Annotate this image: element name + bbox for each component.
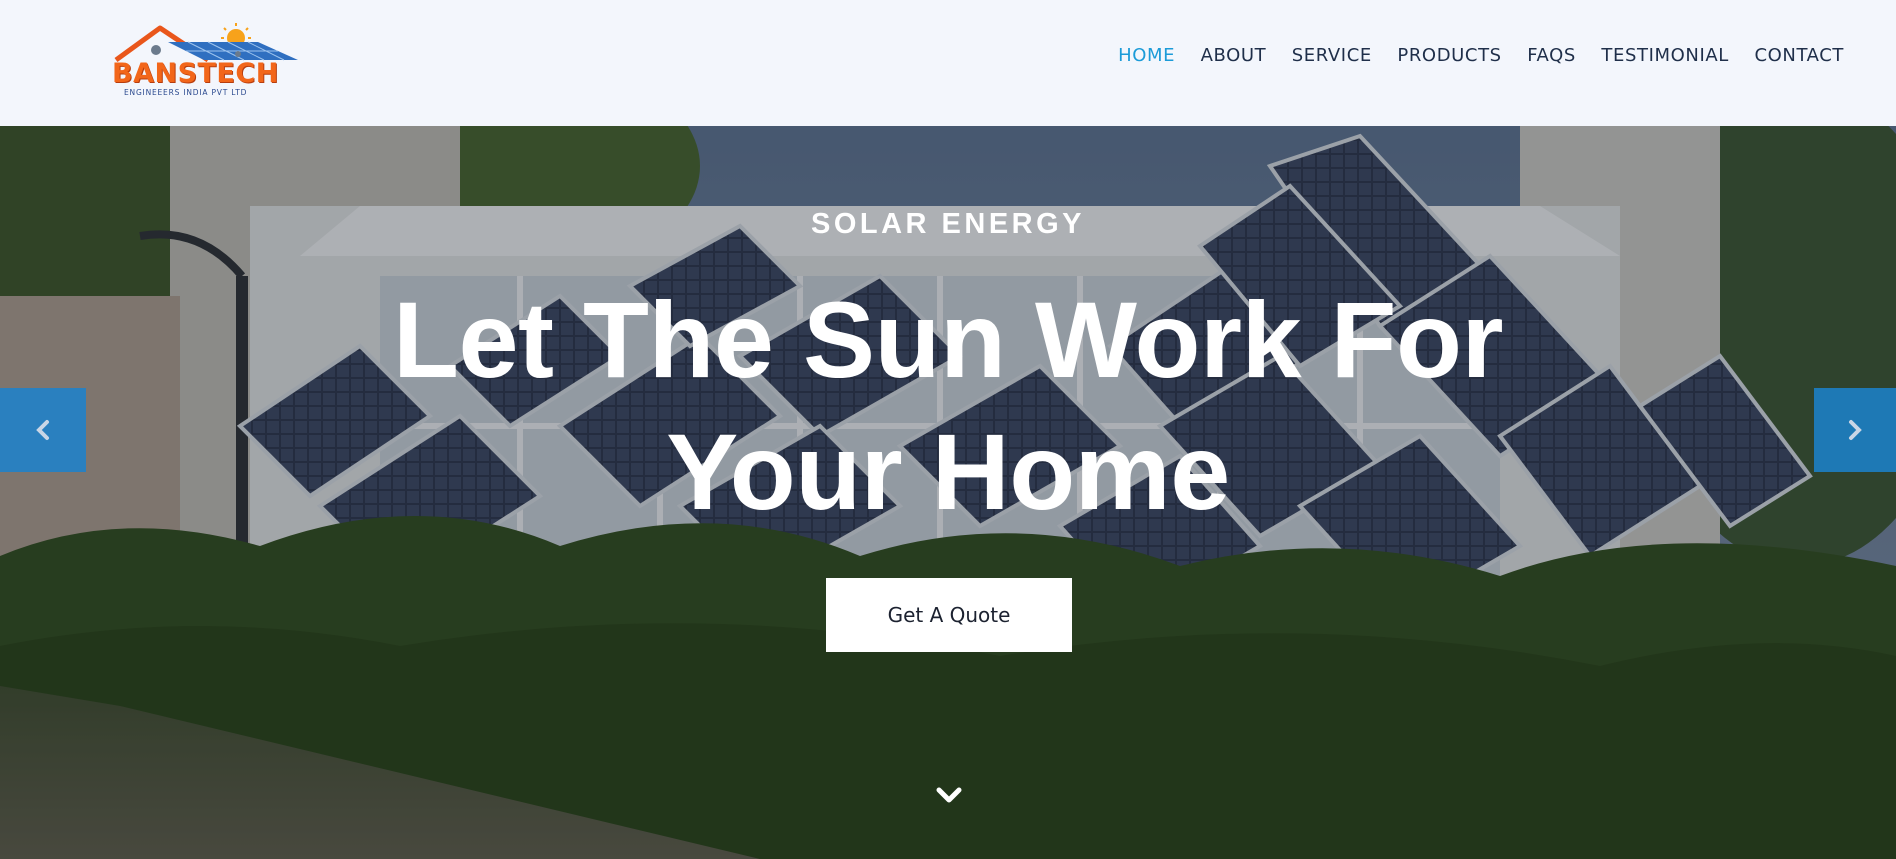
brand-tagline: ENGINEEERS INDIA PVT LTD bbox=[124, 88, 248, 97]
slider-prev-button[interactable] bbox=[0, 388, 86, 472]
chevron-left-icon bbox=[36, 420, 49, 440]
hero-slider: SOLAR ENERGY Let The Sun Work For Your H… bbox=[0, 126, 1896, 859]
nav-testimonial-link[interactable]: TESTIMONIAL bbox=[1601, 44, 1729, 68]
hero-kicker: SOLAR ENERGY bbox=[810, 208, 1086, 240]
brand-logo[interactable]: BANSTECH ENGINEEERS INDIA PVT LTD bbox=[108, 20, 304, 98]
top-navbar: BANSTECH ENGINEEERS INDIA PVT LTD HOME A… bbox=[0, 0, 1896, 126]
hero-headline-line2: Your Home bbox=[666, 411, 1230, 532]
nav-contact-link[interactable]: CONTACT bbox=[1754, 44, 1844, 68]
main-menu: HOME ABOUT SERVICE PRODUCTS FAQS TESTIMO… bbox=[1093, 44, 1844, 68]
slider-next-button[interactable] bbox=[1814, 388, 1896, 472]
nav-products-link[interactable]: PRODUCTS bbox=[1397, 44, 1501, 68]
chevron-down-icon[interactable] bbox=[934, 784, 964, 806]
nav-home-link[interactable]: HOME bbox=[1118, 44, 1175, 68]
nav-service-link[interactable]: SERVICE bbox=[1292, 44, 1372, 68]
brand-name: BANSTECH bbox=[112, 58, 279, 89]
hero-headline-line1: Let The Sun Work For bbox=[392, 279, 1504, 400]
nav-about-link[interactable]: ABOUT bbox=[1201, 44, 1267, 68]
get-a-quote-button[interactable]: Get A Quote bbox=[826, 578, 1072, 652]
chevron-right-icon bbox=[1849, 420, 1862, 440]
nav-faqs-link[interactable]: FAQS bbox=[1527, 44, 1576, 68]
hero-headline: Let The Sun Work For Your Home bbox=[0, 274, 1896, 538]
